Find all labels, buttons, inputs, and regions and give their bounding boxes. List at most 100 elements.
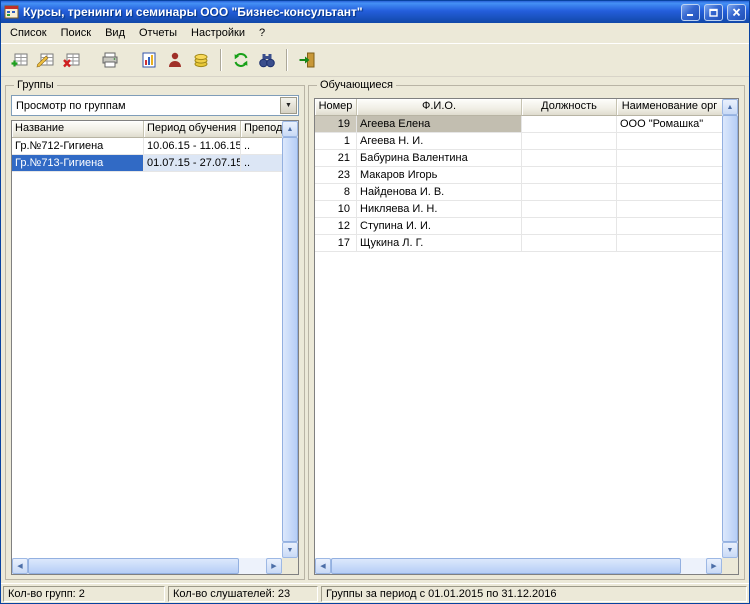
- table-row[interactable]: 1 Агеева Н. И.: [315, 133, 722, 150]
- chevron-down-icon[interactable]: ▼: [280, 97, 297, 114]
- table-cell[interactable]: [522, 133, 617, 150]
- table-cell[interactable]: 10.06.15 - 11.06.15: [144, 138, 241, 155]
- table-cell[interactable]: [617, 184, 722, 201]
- table-cell[interactable]: 1: [315, 133, 357, 150]
- titlebar[interactable]: Курсы, тренинги и семинары ООО "Бизнес-к…: [1, 1, 749, 23]
- table-cell[interactable]: [522, 167, 617, 184]
- edit-record-button[interactable]: [32, 47, 58, 73]
- groups-view-combo[interactable]: Просмотр по группам ▼: [11, 95, 299, 116]
- print-button[interactable]: [97, 47, 123, 73]
- table-row[interactable]: 8 Найденова И. В.: [315, 184, 722, 201]
- table-cell[interactable]: 01.07.15 - 27.07.15: [144, 155, 241, 172]
- scrollbar-thumb[interactable]: [331, 558, 682, 574]
- scroll-down-icon[interactable]: ▼: [282, 542, 298, 558]
- table-cell[interactable]: [522, 116, 617, 133]
- scroll-down-icon[interactable]: ▼: [722, 542, 738, 558]
- table-cell[interactable]: Ступина И. И.: [357, 218, 522, 235]
- table-cell[interactable]: [617, 150, 722, 167]
- table-cell[interactable]: 23: [315, 167, 357, 184]
- students-vertical-scrollbar[interactable]: ▲ ▼: [722, 99, 738, 558]
- table-row[interactable]: Гр.№712-Гигиена 10.06.15 - 11.06.15..: [12, 138, 282, 155]
- table-cell[interactable]: 12: [315, 218, 357, 235]
- table-cell[interactable]: [522, 201, 617, 218]
- table-row[interactable]: Гр.№713-Гигиена 01.07.15 - 27.07.15..: [12, 155, 282, 172]
- table-cell[interactable]: ..: [241, 155, 282, 172]
- table-cell[interactable]: Агеева Елена: [357, 116, 522, 133]
- students-horizontal-scrollbar[interactable]: ◀ ▶: [315, 558, 722, 574]
- column-header-fio[interactable]: Ф.И.О.: [357, 99, 522, 116]
- table-cell[interactable]: Гр.№713-Гигиена: [12, 155, 144, 172]
- table-cell[interactable]: [617, 201, 722, 218]
- delete-record-button[interactable]: [58, 47, 84, 73]
- menu-item-help[interactable]: ?: [252, 24, 272, 42]
- table-cell[interactable]: [617, 218, 722, 235]
- table-cell[interactable]: ООО "Ромашка": [617, 116, 722, 133]
- scrollbar-thumb[interactable]: [28, 558, 239, 574]
- groups-table: Название Период обучения Преподава Гр.№7…: [11, 120, 299, 575]
- maximize-button[interactable]: [704, 3, 723, 21]
- minimize-button[interactable]: [681, 3, 700, 21]
- students-panel-title: Обучающиеся: [317, 79, 396, 92]
- table-cell[interactable]: [617, 133, 722, 150]
- scroll-up-icon[interactable]: ▲: [282, 121, 298, 137]
- table-cell[interactable]: Агеева Н. И.: [357, 133, 522, 150]
- toolbar-separator: [220, 49, 222, 71]
- add-record-button[interactable]: [6, 47, 32, 73]
- column-header-organization[interactable]: Наименование орг: [617, 99, 722, 116]
- table-cell[interactable]: Найденова И. В.: [357, 184, 522, 201]
- scroll-left-icon[interactable]: ◀: [315, 558, 331, 574]
- column-header-period[interactable]: Период обучения: [144, 121, 241, 138]
- groups-vertical-scrollbar[interactable]: ▲ ▼: [282, 121, 298, 558]
- menu-item-nastroyki[interactable]: Настройки: [184, 24, 252, 42]
- table-cell[interactable]: [522, 218, 617, 235]
- delete-record-icon: [63, 53, 80, 68]
- table-row[interactable]: 19 Агеева Елена ООО "Ромашка": [315, 116, 722, 133]
- find-button[interactable]: [254, 47, 280, 73]
- table-cell[interactable]: Щукина Л. Г.: [357, 235, 522, 252]
- table-cell[interactable]: [617, 167, 722, 184]
- menu-item-spisok[interactable]: Список: [3, 24, 54, 42]
- scroll-right-icon[interactable]: ▶: [706, 558, 722, 574]
- menu-item-vid[interactable]: Вид: [98, 24, 132, 42]
- exit-button[interactable]: [294, 47, 320, 73]
- table-cell[interactable]: 19: [315, 116, 357, 133]
- scroll-left-icon[interactable]: ◀: [12, 558, 28, 574]
- table-cell[interactable]: Никляева И. Н.: [357, 201, 522, 218]
- table-cell[interactable]: [522, 184, 617, 201]
- refresh-button[interactable]: [228, 47, 254, 73]
- table-row[interactable]: 12 Ступина И. И.: [315, 218, 722, 235]
- scroll-right-icon[interactable]: ▶: [266, 558, 282, 574]
- menu-item-otchety[interactable]: Отчеты: [132, 24, 184, 42]
- edit-record-icon: [36, 53, 54, 68]
- table-cell[interactable]: Макаров Игорь: [357, 167, 522, 184]
- table-row[interactable]: 23 Макаров Игорь: [315, 167, 722, 184]
- column-header-teacher[interactable]: Преподава: [241, 121, 282, 138]
- table-row[interactable]: 10 Никляева И. Н.: [315, 201, 722, 218]
- scrollbar-thumb[interactable]: [282, 137, 298, 542]
- status-groups-count: Кол-во групп: 2: [3, 586, 165, 602]
- person-button[interactable]: [162, 47, 188, 73]
- table-cell[interactable]: ..: [241, 138, 282, 155]
- table-cell[interactable]: [617, 235, 722, 252]
- table-cell[interactable]: 8: [315, 184, 357, 201]
- groups-horizontal-scrollbar[interactable]: ◀ ▶: [12, 558, 282, 574]
- table-row[interactable]: 17 Щукина Л. Г.: [315, 235, 722, 252]
- table-cell[interactable]: [522, 235, 617, 252]
- close-button[interactable]: [727, 3, 746, 21]
- table-row[interactable]: 21 Бабурина Валентина: [315, 150, 722, 167]
- column-header-number[interactable]: Номер: [315, 99, 357, 116]
- table-cell[interactable]: 21: [315, 150, 357, 167]
- table-cell[interactable]: 10: [315, 201, 357, 218]
- report-button[interactable]: [136, 47, 162, 73]
- payments-button[interactable]: [188, 47, 214, 73]
- menu-item-poisk[interactable]: Поиск: [54, 24, 98, 42]
- table-cell[interactable]: [522, 150, 617, 167]
- column-header-position[interactable]: Должность: [522, 99, 617, 116]
- table-cell[interactable]: 17: [315, 235, 357, 252]
- column-header-name[interactable]: Название: [12, 121, 144, 138]
- table-cell[interactable]: Бабурина Валентина: [357, 150, 522, 167]
- scroll-up-icon[interactable]: ▲: [722, 99, 738, 115]
- table-cell[interactable]: Гр.№712-Гигиена: [12, 138, 144, 155]
- students-table-header: Номер Ф.И.О. Должность Наименование орг: [315, 99, 722, 116]
- scrollbar-thumb[interactable]: [722, 115, 738, 542]
